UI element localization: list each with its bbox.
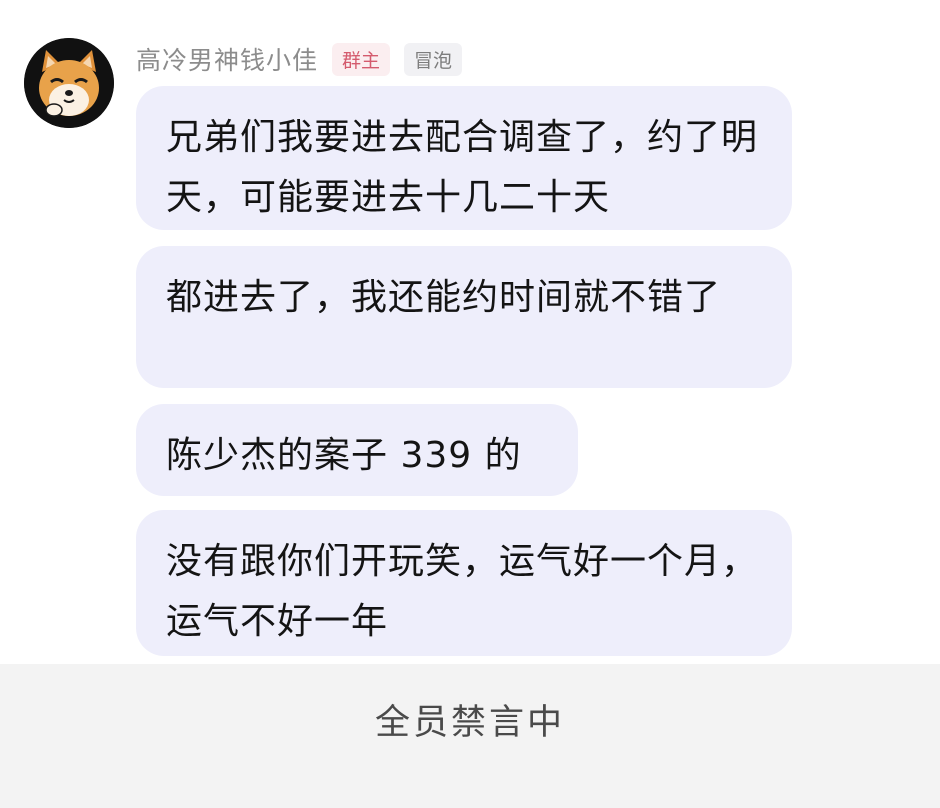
active-member-badge: 冒泡 [404,42,463,76]
group-owner-badge: 群主 [332,42,391,76]
message-bubble[interactable]: 陈少杰的案子 339 的 [136,404,578,496]
message-text: 都进去了，我还能约时间就不错了 [166,277,722,318]
muted-input-bar: 全员禁言中 [0,664,940,808]
message-text: 没有跟你们开玩笑，运气好一个月，运气不好一年 [166,541,759,642]
avatar[interactable] [24,38,114,128]
sender-header: 高冷男神钱小佳 群主 冒泡 [136,40,463,78]
message-bubble[interactable]: 都进去了，我还能约时间就不错了 [136,246,792,388]
sender-name[interactable]: 高冷男神钱小佳 [136,41,318,77]
message-bubble[interactable]: 兄弟们我要进去配合调查了，约了明天，可能要进去十几二十天 [136,86,792,230]
chat-area: 高冷男神钱小佳 群主 冒泡 兄弟们我要进去配合调查了，约了明天，可能要进去十几二… [0,0,940,664]
message-text: 兄弟们我要进去配合调查了，约了明天，可能要进去十几二十天 [166,117,759,218]
all-muted-status: 全员禁言中 [374,703,565,743]
message-text: 陈少杰的案子 339 的 [166,435,522,476]
shiba-dog-avatar-icon [24,38,114,128]
message-bubble[interactable]: 没有跟你们开玩笑，运气好一个月，运气不好一年 [136,510,792,656]
